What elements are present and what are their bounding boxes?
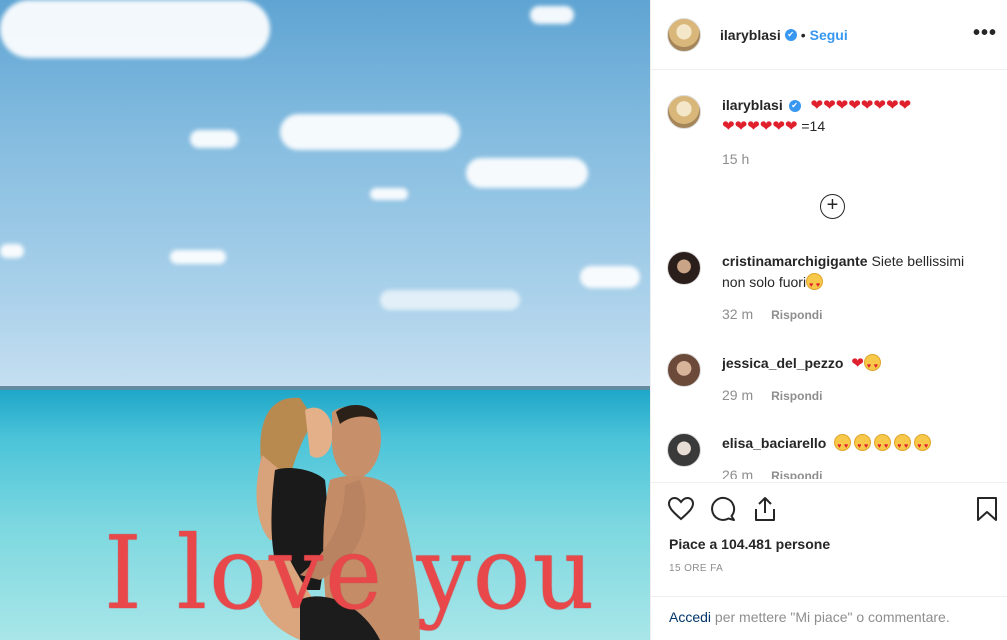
heart-eyes-emoji-icon — [874, 434, 892, 457]
heart-emoji-icon: ❤ — [860, 97, 874, 114]
heart-emoji-icon: ❤ — [885, 97, 899, 114]
heart-eyes-emoji-icon — [834, 434, 852, 457]
post-actions: Piace a 104.481 persone 15 ORE FA — [651, 482, 1007, 602]
heart-emoji-icon: ❤ — [898, 97, 912, 114]
heart-emoji-icon: ❤ — [873, 97, 886, 114]
heart-eyes-emoji-icon — [894, 434, 912, 457]
avatar[interactable] — [667, 95, 701, 129]
heart-emoji-icon: ❤ — [851, 355, 864, 372]
comment-item: elisa_baciarello 26 m Rispondi — [667, 433, 987, 479]
likes-count[interactable]: Piace a 104.481 persone — [669, 536, 830, 552]
like-heart-icon[interactable] — [667, 495, 695, 523]
separator-dot: • — [800, 26, 806, 43]
comment-item: cristinamarchigigante Siete bellissimi no… — [667, 251, 987, 326]
photo-overlay-text: I love you — [104, 514, 597, 633]
heart-emoji-icon: ❤ — [722, 118, 735, 135]
heart-emoji-icon: ❤ — [823, 97, 836, 114]
heart-eyes-emoji-icon — [914, 434, 932, 457]
comment-time[interactable]: 26 m — [722, 467, 753, 479]
post-timestamp[interactable]: 15 ORE FA — [669, 563, 723, 574]
comment-username[interactable]: cristinamarchigigante — [722, 253, 868, 269]
header-username[interactable]: ilaryblasi — [720, 27, 781, 43]
avatar[interactable] — [667, 251, 701, 285]
comment-time[interactable]: 29 m — [722, 387, 753, 403]
share-icon[interactable] — [751, 495, 779, 523]
reply-button[interactable]: Rispondi — [771, 308, 822, 322]
comment-username[interactable]: elisa_baciarello — [722, 435, 826, 451]
comment-item: jessica_del_pezzo ❤ 29 m Rispondi — [667, 353, 987, 407]
reply-button[interactable]: Rispondi — [771, 469, 822, 479]
heart-eyes-emoji-icon — [806, 273, 824, 296]
avatar[interactable] — [667, 17, 701, 52]
heart-emoji-icon: ❤ — [848, 97, 861, 114]
avatar[interactable] — [667, 353, 701, 387]
caption-time[interactable]: 15 h — [722, 151, 749, 167]
heart-emoji-icon: ❤ — [810, 97, 824, 114]
load-more-comments-button[interactable]: + — [820, 194, 845, 219]
login-prompt: Accedi per mettere "Mi piace" o commenta… — [651, 596, 1007, 640]
comment-time[interactable]: 32 m — [722, 306, 753, 322]
caption: ilaryblasi ✔ ❤❤❤❤❤❤❤❤ ❤❤❤❤❤❤ =14 15 h — [667, 95, 987, 170]
bookmark-icon[interactable] — [973, 495, 1001, 523]
heart-emoji-icon: ❤ — [772, 118, 785, 135]
reply-button[interactable]: Rispondi — [771, 389, 822, 403]
avatar[interactable] — [667, 433, 701, 467]
heart-emoji-icon: ❤ — [835, 97, 849, 114]
heart-eyes-emoji-icon — [863, 354, 881, 377]
post-side-panel: ilaryblasi ✔ • Segui ••• ilaryblasi ✔ ❤❤… — [650, 0, 1007, 640]
login-prompt-text: per mettere "Mi piace" o commentare. — [711, 609, 950, 625]
verified-badge-icon: ✔ — [788, 100, 801, 113]
comment-username[interactable]: jessica_del_pezzo — [722, 355, 843, 371]
more-options-icon[interactable]: ••• — [973, 22, 997, 45]
verified-badge-icon: ✔ — [784, 28, 797, 41]
heart-emoji-icon: ❤ — [747, 118, 760, 135]
heart-emoji-icon: ❤ — [784, 118, 798, 135]
comments-list: ilaryblasi ✔ ❤❤❤❤❤❤❤❤ ❤❤❤❤❤❤ =14 15 h + c… — [651, 71, 1007, 479]
login-link[interactable]: Accedi — [669, 609, 711, 625]
caption-suffix: =14 — [801, 118, 826, 134]
follow-button[interactable]: Segui — [810, 27, 848, 43]
heart-emoji-icon: ❤ — [734, 118, 748, 135]
heart-emoji-icon: ❤ — [759, 118, 773, 135]
post-photo[interactable]: I love you — [0, 0, 650, 640]
caption-username[interactable]: ilaryblasi — [722, 97, 783, 113]
post-header: ilaryblasi ✔ • Segui ••• — [651, 0, 1007, 70]
comment-icon[interactable] — [709, 495, 737, 523]
heart-eyes-emoji-icon — [854, 434, 872, 457]
